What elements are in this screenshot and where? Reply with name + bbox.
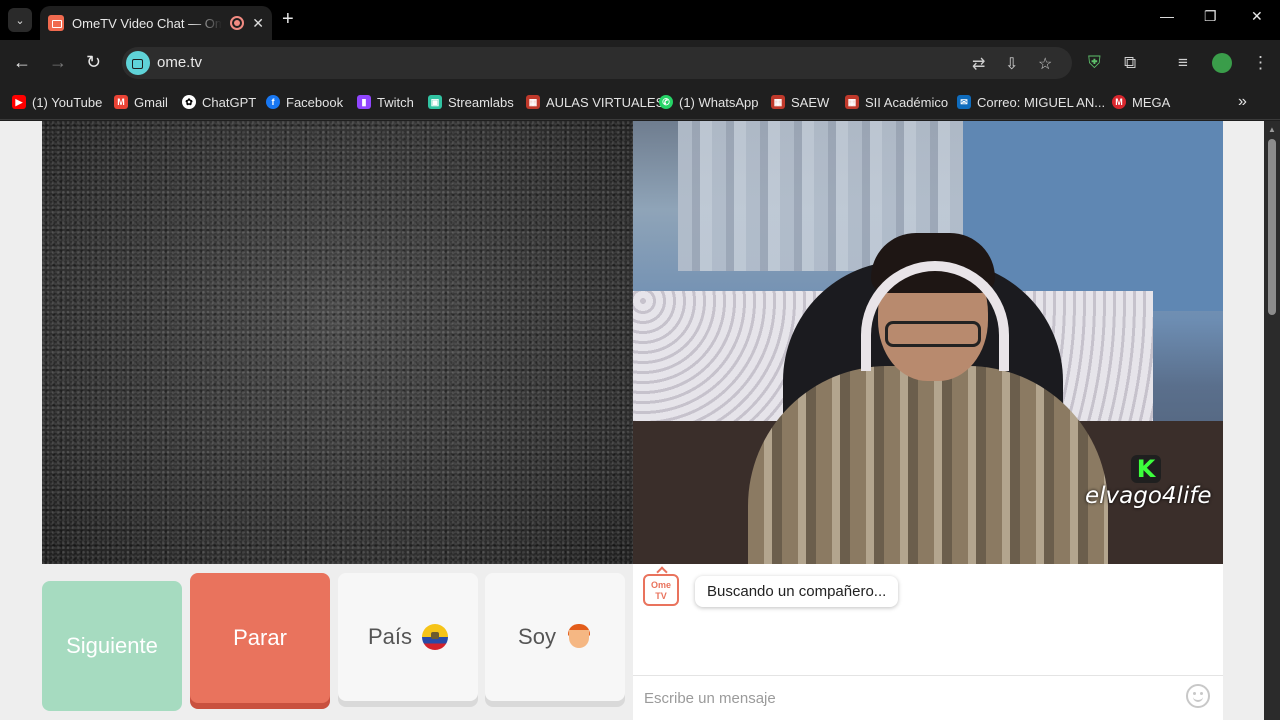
- close-window-button[interactable]: ✕: [1251, 8, 1263, 25]
- bookmark-label: ChatGPT: [202, 94, 257, 110]
- twitch-icon: ▮: [357, 95, 371, 109]
- bookmark-label: (1) YouTube: [32, 94, 103, 110]
- bookmark-whatsapp[interactable]: ✆ (1) WhatsApp: [659, 92, 758, 112]
- bookmark-twitch[interactable]: ▮ Twitch: [357, 92, 414, 112]
- streamer-watermark: elvago4life: [1085, 483, 1212, 509]
- forward-arrow-icon[interactable]: →: [49, 52, 67, 72]
- reload-icon[interactable]: ↻: [86, 52, 101, 72]
- ometv-logo-icon: Ome TV: [643, 574, 679, 606]
- tab-title: OmeTV Video Chat — Omegle: [72, 15, 223, 31]
- mega-icon: M: [1112, 95, 1126, 109]
- logo-text-ome: Ome: [650, 580, 671, 590]
- page-scrollbar[interactable]: ▲: [1264, 121, 1280, 720]
- bookmark-aulas-virtuales[interactable]: ▦ AULAS VIRTUALES: [526, 92, 664, 112]
- bookmark-label: (1) WhatsApp: [679, 94, 759, 110]
- bookmark-label: Gmail: [134, 94, 168, 110]
- restore-button[interactable]: ❐: [1204, 8, 1217, 25]
- bookmark-mega[interactable]: M MEGA: [1112, 92, 1170, 112]
- scroll-up-arrow-icon[interactable]: ▲: [1268, 125, 1276, 134]
- gender-select-button[interactable]: Soy: [485, 573, 625, 701]
- next-button-label: Siguiente: [66, 633, 158, 658]
- country-filter-button[interactable]: País: [338, 573, 478, 701]
- sii-icon: ▦: [845, 95, 859, 109]
- translate-icon[interactable]: ⇄: [972, 54, 985, 74]
- stop-button[interactable]: Parar: [190, 573, 330, 703]
- bookmark-chatgpt[interactable]: ✿ ChatGPT: [182, 92, 256, 112]
- message-input[interactable]: [633, 676, 1153, 720]
- bookmark-facebook[interactable]: f Facebook: [266, 92, 343, 112]
- next-button[interactable]: Siguiente: [42, 581, 182, 711]
- bookmark-label: SII Académico: [865, 94, 949, 110]
- recording-icon: [230, 16, 245, 30]
- partner-video-static: [42, 121, 633, 564]
- bookmark-label: Streamlabs: [448, 94, 514, 110]
- logo-text-tv: TV: [655, 591, 667, 601]
- bookmark-sii-academico[interactable]: ▦ SII Académico: [845, 92, 948, 112]
- bookmark-label: MEGA: [1132, 94, 1171, 110]
- shield-extension-icon[interactable]: ⛨: [1088, 53, 1101, 73]
- whatsapp-icon: ✆: [659, 95, 673, 109]
- gmail-icon: M: [114, 95, 128, 109]
- bookmark-youtube[interactable]: ▶ (1) YouTube: [12, 92, 102, 112]
- chatgpt-icon: ✿: [182, 95, 196, 109]
- tab-close-icon[interactable]: ✕: [252, 15, 264, 32]
- outlook-icon: ✉: [957, 95, 971, 109]
- new-tab-button[interactable]: +: [282, 8, 294, 31]
- tab-bar: ⌄ OmeTV Video Chat — Omegle ✕ + — ❐ ✕: [0, 0, 1280, 40]
- bookmark-label: Facebook: [286, 94, 344, 110]
- stop-button-label: Parar: [233, 625, 287, 650]
- youtube-icon: ▶: [12, 95, 26, 109]
- glasses-image: [885, 321, 981, 347]
- tab-search-button[interactable]: ⌄: [8, 8, 32, 32]
- system-message-bubble: Buscando un compañero...: [695, 576, 899, 607]
- kick-logo-icon: K: [1131, 455, 1161, 483]
- emoji-smiley-icon[interactable]: [1186, 684, 1210, 708]
- ecuador-flag-icon: [422, 624, 449, 650]
- saew-icon: ▦: [771, 95, 785, 109]
- self-camera-video: K elvago4life: [633, 121, 1223, 564]
- person-body-image: [748, 366, 1108, 564]
- ometv-page: K elvago4life Siguiente Parar País Soy O…: [0, 121, 1264, 720]
- gender-button-label: Soy: [518, 624, 556, 649]
- more-bookmarks-chevron-icon[interactable]: »: [1238, 92, 1247, 112]
- ometv-favicon-icon: [48, 15, 64, 31]
- aulas-icon: ▦: [526, 95, 540, 109]
- minimize-button[interactable]: —: [1160, 8, 1174, 24]
- country-button-label: País: [367, 624, 413, 649]
- scrollbar-thumb[interactable]: [1268, 139, 1276, 315]
- bookmark-label: Twitch: [377, 94, 414, 110]
- site-info-icon[interactable]: [126, 51, 150, 75]
- extensions-puzzle-icon[interactable]: ⧉: [1124, 53, 1136, 73]
- chat-panel: Ome TV Buscando un compañero...: [633, 564, 1223, 720]
- bookmark-label: SAEW: [791, 94, 830, 110]
- tab-ometv[interactable]: OmeTV Video Chat — Omegle ✕: [40, 6, 272, 40]
- url-text[interactable]: ome.tv: [157, 54, 202, 71]
- profile-avatar[interactable]: [1212, 53, 1232, 73]
- bookmark-star-icon[interactable]: ☆: [1038, 54, 1052, 74]
- bookmarks-bar: ▶ (1) YouTube M Gmail ✿ ChatGPT f Facebo…: [0, 86, 1280, 120]
- media-control-icon[interactable]: ≡: [1178, 53, 1188, 73]
- message-input-bar: [633, 675, 1223, 720]
- back-arrow-icon[interactable]: ←: [13, 52, 31, 72]
- bookmark-saew[interactable]: ▦ SAEW: [771, 92, 829, 112]
- boy-face-icon: [566, 624, 592, 650]
- streamlabs-icon: ▣: [428, 95, 442, 109]
- bookmark-label: Correo: MIGUEL AN...: [977, 94, 1106, 110]
- address-bar[interactable]: ome.tv ⇄ ⇩ ☆: [122, 47, 1072, 79]
- bookmark-gmail[interactable]: M Gmail: [114, 92, 168, 112]
- facebook-icon: f: [266, 95, 280, 109]
- bookmark-label: AULAS VIRTUALES: [546, 94, 665, 110]
- menu-kebab-icon[interactable]: ⋮: [1252, 53, 1269, 73]
- install-app-icon[interactable]: ⇩: [1005, 54, 1018, 74]
- bookmark-streamlabs[interactable]: ▣ Streamlabs: [428, 92, 514, 112]
- bookmark-correo[interactable]: ✉ Correo: MIGUEL AN...: [957, 92, 1105, 112]
